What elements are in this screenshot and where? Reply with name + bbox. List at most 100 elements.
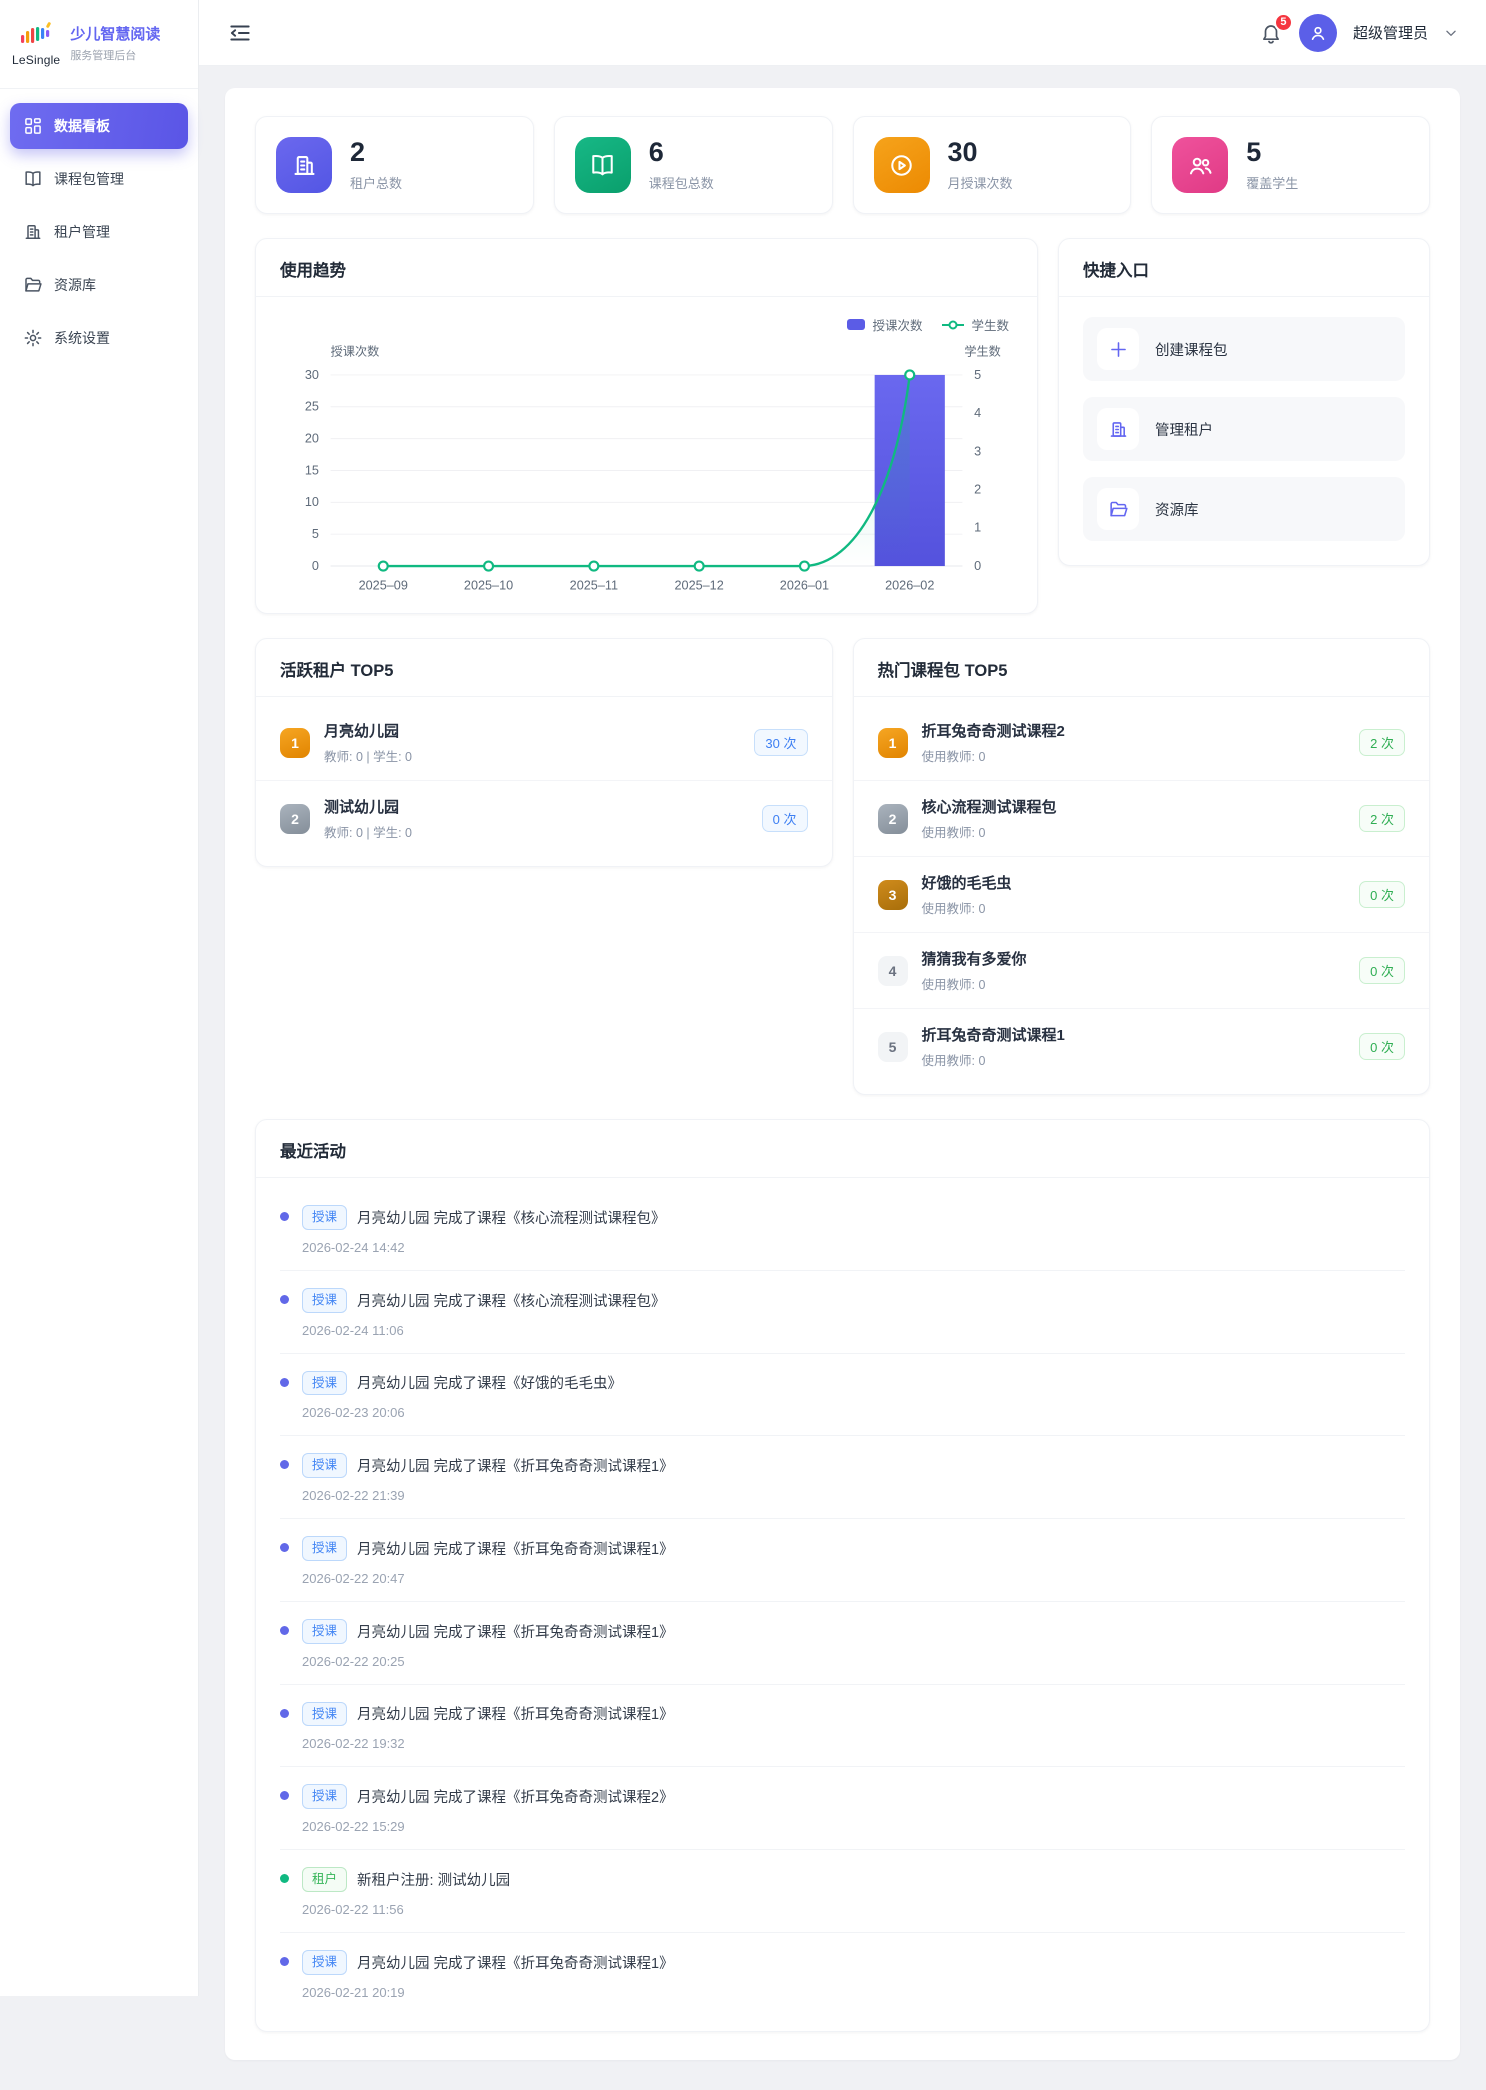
activity-timestamp: 2026-02-21 20:19 [302, 1985, 674, 2000]
sidebar-item-packages[interactable]: 课程包管理 [10, 156, 188, 202]
legend-item-line[interactable]: 学生数 [942, 315, 1009, 334]
sidebar-item-tenants[interactable]: 租户管理 [10, 209, 188, 255]
activity-dot [280, 1709, 289, 1718]
rank-badge: 1 [878, 728, 908, 758]
activity-tag: 授课 [302, 1702, 347, 1727]
activity-dot [280, 1212, 289, 1221]
activity-dot [280, 1626, 289, 1635]
tenant-meta: 教师: 0 | 学生: 0 [324, 822, 412, 841]
chevron-down-icon[interactable] [1444, 26, 1458, 40]
activity-tag: 授课 [302, 1453, 347, 1478]
package-row[interactable]: 4 猜猜我有多爱你 使用教师: 0 0 次 [854, 933, 1430, 1009]
stat-card: 2 租户总数 [255, 116, 534, 214]
quick-access-manage-tenants[interactable]: 管理租户 [1083, 397, 1405, 461]
activity-timestamp: 2026-02-23 20:06 [302, 1405, 622, 1420]
activity-tag: 授课 [302, 1288, 347, 1313]
sidebar-item-label: 课程包管理 [54, 169, 124, 189]
package-meta: 使用教师: 0 [922, 746, 1065, 765]
package-name: 核心流程测试课程包 [922, 796, 1057, 817]
activity-item: 授课 月亮幼儿园 完成了课程《折耳兔奇奇测试课程2》 2026-02-22 15… [280, 1767, 1405, 1850]
svg-text:2026–01: 2026–01 [780, 578, 829, 592]
user-name[interactable]: 超级管理员 [1353, 22, 1428, 43]
legend-bar-swatch [847, 319, 865, 330]
folder-icon [23, 275, 43, 295]
rank-badge: 1 [280, 728, 310, 758]
svg-text:20: 20 [305, 432, 319, 446]
activity-dot [280, 1957, 289, 1966]
hot-packages-list: 1 折耳兔奇奇测试课程2 使用教师: 0 2 次 2 核心流程测试课程包 [854, 697, 1430, 1094]
usage-count-badge: 0 次 [1359, 1033, 1405, 1060]
activity-item: 授课 月亮幼儿园 完成了课程《折耳兔奇奇测试课程1》 2026-02-22 21… [280, 1436, 1405, 1519]
stat-value: 6 [649, 138, 714, 168]
activity-text: 月亮幼儿园 完成了课程《核心流程测试课程包》 [357, 1290, 666, 1311]
active-tenants-title: 活跃租户 TOP5 [256, 639, 832, 697]
rank-badge: 2 [878, 804, 908, 834]
sidebar-item-dashboard[interactable]: 数据看板 [10, 103, 188, 149]
package-row[interactable]: 1 折耳兔奇奇测试课程2 使用教师: 0 2 次 [854, 705, 1430, 781]
package-row[interactable]: 5 折耳兔奇奇测试课程1 使用教师: 0 0 次 [854, 1009, 1430, 1084]
tenant-row[interactable]: 2 测试幼儿园 教师: 0 | 学生: 0 0 次 [256, 781, 832, 856]
usage-trend-chart: 051015202530012345授课次数学生数2025–092025–102… [276, 334, 1017, 603]
stat-value: 30 [948, 138, 1013, 168]
dashboard-panel: 2 租户总数 6 课程包总数 30 月授课次数 [225, 88, 1460, 2060]
tenant-name: 月亮幼儿园 [324, 720, 412, 741]
quick-access-label: 资源库 [1155, 499, 1199, 520]
hot-packages-title: 热门课程包 TOP5 [854, 639, 1430, 697]
package-row[interactable]: 2 核心流程测试课程包 使用教师: 0 2 次 [854, 781, 1430, 857]
notifications-bell-icon[interactable]: 5 [1259, 21, 1283, 45]
app-subtitle: 服务管理后台 [70, 47, 160, 63]
stat-card: 6 课程包总数 [554, 116, 833, 214]
usage-trend-card: 使用趋势 授课次数 学生数 05101520253 [255, 238, 1038, 614]
main-content: 2 租户总数 6 课程包总数 30 月授课次数 [199, 66, 1486, 2090]
activity-timestamp: 2026-02-22 21:39 [302, 1488, 674, 1503]
sidebar-collapse-icon[interactable] [227, 20, 253, 46]
sidebar: LeSingle 少儿智慧阅读 服务管理后台 数据看板 课程包管理 租户管理 [0, 0, 199, 1996]
activity-text: 月亮幼儿园 完成了课程《折耳兔奇奇测试课程1》 [357, 1703, 674, 1724]
svg-text:4: 4 [974, 406, 981, 420]
logo: LeSingle 少儿智慧阅读 服务管理后台 [0, 0, 198, 89]
svg-text:2025–09: 2025–09 [359, 578, 408, 592]
package-row[interactable]: 3 好饿的毛毛虫 使用教师: 0 0 次 [854, 857, 1430, 933]
sidebar-item-label: 资源库 [54, 275, 96, 295]
tenant-row[interactable]: 1 月亮幼儿园 教师: 0 | 学生: 0 30 次 [256, 705, 832, 781]
legend-label: 学生数 [971, 315, 1009, 334]
activity-dot [280, 1378, 289, 1387]
stat-card: 30 月授课次数 [853, 116, 1132, 214]
usage-trend-title: 使用趋势 [256, 239, 1037, 297]
legend-line-swatch [942, 324, 964, 326]
quick-access-library[interactable]: 资源库 [1083, 477, 1405, 541]
sidebar-item-settings[interactable]: 系统设置 [10, 315, 188, 361]
legend-item-bar[interactable]: 授课次数 [847, 315, 922, 334]
activity-text: 月亮幼儿园 完成了课程《核心流程测试课程包》 [357, 1207, 666, 1228]
activity-tag: 租户 [302, 1867, 347, 1892]
activity-timestamp: 2026-02-22 20:47 [302, 1571, 674, 1586]
tenant-meta: 教师: 0 | 学生: 0 [324, 746, 412, 765]
quick-access-create-package[interactable]: 创建课程包 [1083, 317, 1405, 381]
svg-text:30: 30 [305, 368, 319, 382]
user-avatar[interactable] [1299, 14, 1337, 52]
svg-text:2: 2 [974, 483, 981, 497]
play-icon [874, 137, 930, 193]
active-tenants-list: 1 月亮幼儿园 教师: 0 | 学生: 0 30 次 2 测试幼儿园 [256, 697, 832, 866]
recent-activity-title: 最近活动 [256, 1120, 1429, 1178]
dashboard-icon [23, 116, 43, 136]
quick-access-label: 管理租户 [1155, 419, 1213, 440]
stat-label: 租户总数 [350, 173, 402, 192]
people-icon [1172, 137, 1228, 193]
package-name: 好饿的毛毛虫 [922, 872, 1012, 893]
quick-access-label: 创建课程包 [1155, 339, 1228, 360]
folder-icon [1097, 488, 1139, 530]
quick-access-list: 创建课程包 管理租户 资源库 [1059, 297, 1429, 565]
package-meta: 使用教师: 0 [922, 822, 1057, 841]
plus-icon [1097, 328, 1139, 370]
gear-icon [23, 328, 43, 348]
svg-text:15: 15 [305, 463, 319, 477]
sidebar-item-library[interactable]: 资源库 [10, 262, 188, 308]
usage-count-badge: 2 次 [1359, 805, 1405, 832]
stats-row: 2 租户总数 6 课程包总数 30 月授课次数 [255, 116, 1430, 214]
activity-item: 授课 月亮幼儿园 完成了课程《核心流程测试课程包》 2026-02-24 11:… [280, 1271, 1405, 1354]
stat-value: 2 [350, 138, 402, 168]
activity-dot [280, 1874, 289, 1883]
stat-label: 月授课次数 [948, 173, 1013, 192]
quick-access-title: 快捷入口 [1059, 239, 1429, 297]
